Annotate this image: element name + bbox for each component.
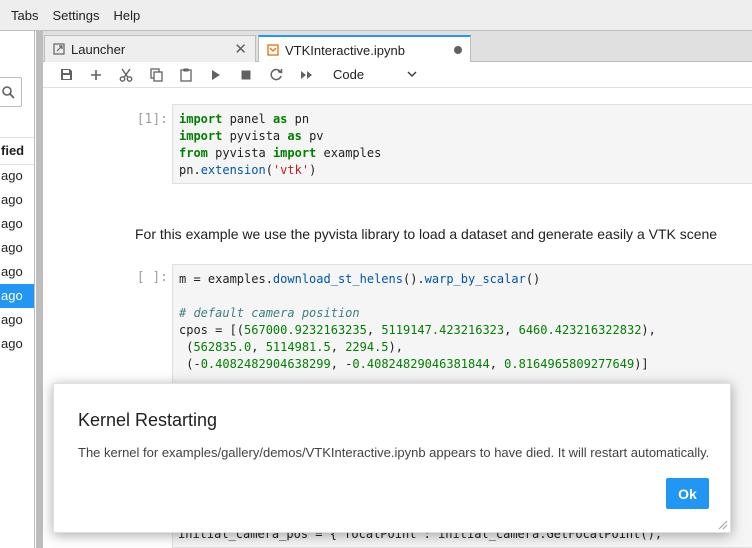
tab-bar: Launcher ✕ VTKInteractive.ipynb [43, 31, 752, 63]
fast-forward-icon [300, 70, 312, 79]
markdown-cell-text: For this example we use the pyvista libr… [135, 226, 718, 242]
restart-icon [269, 68, 282, 81]
file-row-modified[interactable]: ago [0, 212, 34, 236]
close-icon[interactable]: ✕ [234, 40, 247, 58]
menubar: Tabs Settings Help [0, 0, 752, 31]
notebook-toolbar: Code [43, 62, 752, 88]
run-all-button[interactable] [291, 63, 321, 87]
ok-button[interactable]: Ok [666, 478, 709, 509]
restart-button[interactable] [261, 63, 291, 87]
menu-tabs[interactable]: Tabs [4, 0, 45, 31]
file-row-modified[interactable]: ago [0, 188, 34, 212]
modified-column-header[interactable]: fied [0, 137, 34, 165]
code-cell-1[interactable]: import panel as pn import pyvista as pv … [172, 104, 752, 184]
chevron-down-icon [407, 71, 417, 78]
cell-type-select[interactable]: Code [333, 67, 423, 82]
file-row-modified-selected[interactable]: ago [0, 284, 34, 308]
dialog-message: The kernel for examples/gallery/demos/VT… [78, 445, 710, 460]
cut-button[interactable] [111, 63, 141, 87]
menu-settings[interactable]: Settings [45, 0, 106, 31]
file-row-modified[interactable]: ago [0, 308, 34, 332]
add-icon [91, 69, 101, 80]
tab-notebook[interactable]: VTKInteractive.ipynb [258, 35, 471, 63]
panel-splitter[interactable] [36, 31, 43, 548]
tab-label: Launcher [71, 41, 126, 57]
copy-button[interactable] [141, 63, 171, 87]
search-button[interactable] [0, 77, 22, 107]
menu-help[interactable]: Help [106, 0, 147, 31]
unsaved-indicator-icon[interactable] [454, 46, 462, 54]
kernel-restart-dialog: Kernel Restarting The kernel for example… [53, 383, 731, 533]
file-row-modified[interactable]: ago [0, 164, 34, 188]
cut-icon [119, 68, 133, 82]
paste-icon [180, 68, 192, 82]
file-row-modified[interactable]: ago [0, 236, 34, 260]
run-icon [212, 69, 220, 80]
file-browser-panel: fied ago ago ago ago ago ago ago ago [0, 31, 35, 548]
notebook-icon [267, 44, 279, 56]
save-button[interactable] [51, 63, 81, 87]
launcher-icon [53, 43, 65, 55]
tab-launcher[interactable]: Launcher ✕ [44, 35, 256, 62]
cell-type-value: Code [333, 67, 365, 82]
save-icon [60, 69, 72, 80]
file-row-modified[interactable]: ago [0, 260, 34, 284]
paste-button[interactable] [171, 63, 201, 87]
interrupt-button[interactable] [231, 63, 261, 87]
run-button[interactable] [201, 63, 231, 87]
file-row-modified[interactable]: ago [0, 332, 34, 356]
tab-label: VTKInteractive.ipynb [285, 42, 405, 58]
copy-icon [149, 67, 163, 82]
resize-grip-icon[interactable] [718, 520, 728, 530]
cell-prompt: [1]: [136, 112, 168, 127]
dialog-title: Kernel Restarting [78, 410, 218, 430]
stop-icon [241, 70, 251, 79]
insert-cell-button[interactable] [81, 63, 111, 87]
cell-prompt: [ ]: [136, 270, 168, 285]
search-icon [2, 85, 15, 99]
